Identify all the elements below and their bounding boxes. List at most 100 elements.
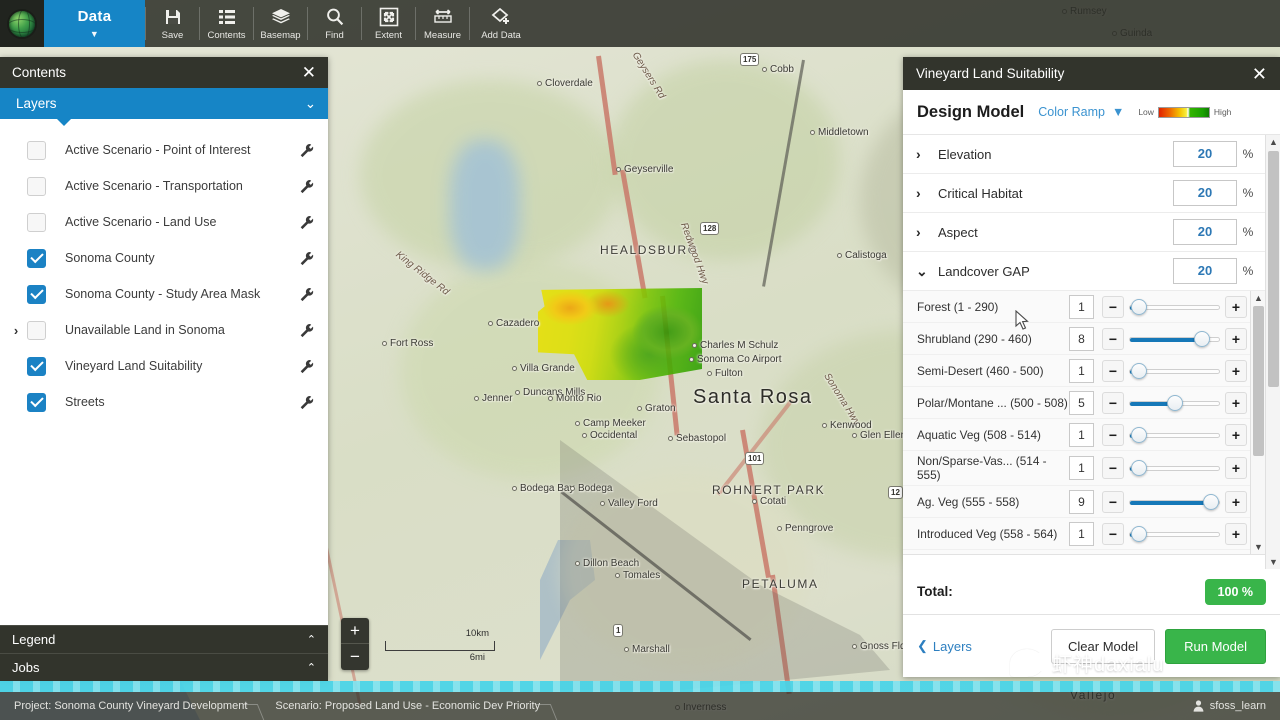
wrench-icon[interactable] <box>296 140 316 160</box>
subitem-slider[interactable] <box>1129 457 1220 479</box>
factor-weight-input[interactable]: 20 <box>1173 141 1237 167</box>
wrench-icon[interactable] <box>296 248 316 268</box>
scrollbar-thumb[interactable] <box>1253 306 1264 456</box>
layer-checkbox[interactable] <box>27 248 46 268</box>
slider-knob[interactable] <box>1131 460 1147 476</box>
app-logo[interactable] <box>0 0 44 47</box>
wrench-icon[interactable] <box>296 320 316 340</box>
plus-icon[interactable]: + <box>1225 359 1247 382</box>
chevron-right-icon[interactable]: › <box>916 224 938 240</box>
subitem-slider[interactable] <box>1129 491 1220 513</box>
layer-checkbox[interactable] <box>27 392 46 412</box>
minus-icon[interactable]: − <box>1102 490 1124 513</box>
subitem-slider[interactable] <box>1129 328 1220 350</box>
slider-knob[interactable] <box>1131 298 1147 315</box>
minus-icon[interactable]: − <box>1102 423 1124 446</box>
plus-icon[interactable]: + <box>1225 522 1247 545</box>
minus-icon[interactable]: − <box>1102 522 1124 545</box>
layer-checkbox[interactable] <box>27 284 46 304</box>
plus-icon[interactable]: + <box>1225 457 1247 479</box>
chevron-right-icon[interactable]: › <box>916 185 938 201</box>
subitem-slider[interactable] <box>1129 392 1220 414</box>
plus-icon[interactable]: + <box>1225 490 1247 513</box>
clear-model-button[interactable]: Clear Model <box>1051 628 1156 664</box>
chevron-right-icon[interactable]: › <box>916 146 938 162</box>
scroll-up-arrow[interactable]: ▲ <box>1251 291 1265 305</box>
plus-icon[interactable]: + <box>1225 555 1247 556</box>
plus-icon[interactable]: + <box>1225 295 1247 318</box>
panel-scrollbar[interactable]: ▲ ▼ <box>1265 135 1280 569</box>
subitem-slider[interactable] <box>1129 424 1220 446</box>
layer-checkbox[interactable] <box>27 212 46 232</box>
slider-knob[interactable] <box>1131 525 1147 542</box>
toolbar-add-data-button[interactable]: Add Data <box>470 0 532 47</box>
zoom-out-button[interactable]: − <box>341 644 369 670</box>
slider-knob[interactable] <box>1131 362 1147 379</box>
layers-section-header[interactable]: Layers ⌄ <box>0 88 328 126</box>
wrench-icon[interactable] <box>296 356 316 376</box>
user-chip[interactable]: sfoss_learn <box>1193 700 1266 712</box>
subitem-value-input[interactable]: 1 <box>1069 521 1094 546</box>
toolbar-contents-button[interactable]: Contents <box>200 0 253 47</box>
toolbar-save-button[interactable]: Save <box>146 0 199 47</box>
subitem-value-input[interactable]: 1 <box>1069 422 1094 447</box>
color-ramp-dropdown[interactable]: Color Ramp ▼ <box>1038 105 1124 119</box>
zoom-in-button[interactable]: + <box>341 618 369 644</box>
plus-icon[interactable]: + <box>1225 423 1247 446</box>
subitems-scrollbar[interactable]: ▲ ▼ <box>1250 291 1265 554</box>
chevron-down-icon[interactable]: ⌄ <box>916 263 938 280</box>
close-icon[interactable]: ✕ <box>302 64 316 81</box>
run-model-button[interactable]: Run Model <box>1165 628 1266 664</box>
scrollbar-thumb[interactable] <box>1268 151 1279 387</box>
expand-chevron-icon[interactable]: › <box>8 323 24 338</box>
layer-checkbox[interactable] <box>27 320 46 340</box>
tab-data[interactable]: Data ▼ <box>44 0 145 47</box>
scroll-down-arrow[interactable]: ▼ <box>1266 555 1280 569</box>
accordion-jobs[interactable]: Jobs ⌃ <box>0 653 328 681</box>
slider-knob[interactable] <box>1167 394 1184 411</box>
subitem-value-input[interactable]: 1 <box>1069 294 1094 319</box>
subitem-slider[interactable] <box>1129 360 1220 382</box>
slider-knob[interactable] <box>1202 493 1219 510</box>
subitem-value-input[interactable]: 1 <box>1069 456 1094 480</box>
minus-icon[interactable]: − <box>1102 457 1124 479</box>
wrench-icon[interactable] <box>296 284 316 304</box>
minus-icon[interactable]: − <box>1102 555 1124 556</box>
layer-checkbox[interactable] <box>27 140 46 160</box>
toolbar-find-button[interactable]: Find <box>308 0 361 47</box>
slider-knob[interactable] <box>1131 426 1147 443</box>
plus-icon[interactable]: + <box>1225 327 1247 350</box>
wrench-icon[interactable] <box>296 212 316 232</box>
toolbar-basemap-button[interactable]: Basemap <box>254 0 307 47</box>
subitem-slider[interactable] <box>1129 555 1220 556</box>
minus-icon[interactable]: − <box>1102 295 1124 318</box>
breadcrumb-project[interactable]: Project: Sonoma County Vineyard Developm… <box>0 700 261 712</box>
subitem-value-input[interactable] <box>1069 553 1094 554</box>
factor-weight-input[interactable]: 20 <box>1173 219 1237 245</box>
minus-icon[interactable]: − <box>1102 359 1124 382</box>
layer-checkbox[interactable] <box>27 356 46 376</box>
subitem-value-input[interactable]: 1 <box>1069 358 1094 383</box>
factor-weight-input[interactable]: 20 <box>1173 258 1237 284</box>
minus-icon[interactable]: − <box>1102 327 1124 350</box>
layer-checkbox[interactable] <box>27 176 46 196</box>
accordion-legend[interactable]: Legend ⌃ <box>0 625 328 653</box>
close-icon[interactable]: ✕ <box>1252 65 1267 83</box>
subitem-slider[interactable] <box>1129 296 1220 318</box>
scroll-up-arrow[interactable]: ▲ <box>1266 135 1280 149</box>
wrench-icon[interactable] <box>296 392 316 412</box>
plus-icon[interactable]: + <box>1225 391 1247 414</box>
minus-icon[interactable]: − <box>1102 391 1124 414</box>
toolbar-extent-button[interactable]: Extent <box>362 0 415 47</box>
scroll-down-arrow[interactable]: ▼ <box>1251 540 1265 554</box>
subitem-value-input[interactable]: 8 <box>1069 326 1094 351</box>
back-to-layers-link[interactable]: ❮ Layers <box>917 638 1041 654</box>
subitem-value-input[interactable]: 9 <box>1069 489 1094 514</box>
toolbar-measure-button[interactable]: Measure <box>416 0 469 47</box>
wrench-icon[interactable] <box>296 176 316 196</box>
factor-weight-input[interactable]: 20 <box>1173 180 1237 206</box>
breadcrumb-scenario[interactable]: Scenario: Proposed Land Use - Economic D… <box>261 700 554 712</box>
subitem-value-input[interactable]: 5 <box>1069 390 1094 415</box>
subitem-slider[interactable] <box>1129 523 1220 545</box>
slider-knob[interactable] <box>1193 330 1210 347</box>
